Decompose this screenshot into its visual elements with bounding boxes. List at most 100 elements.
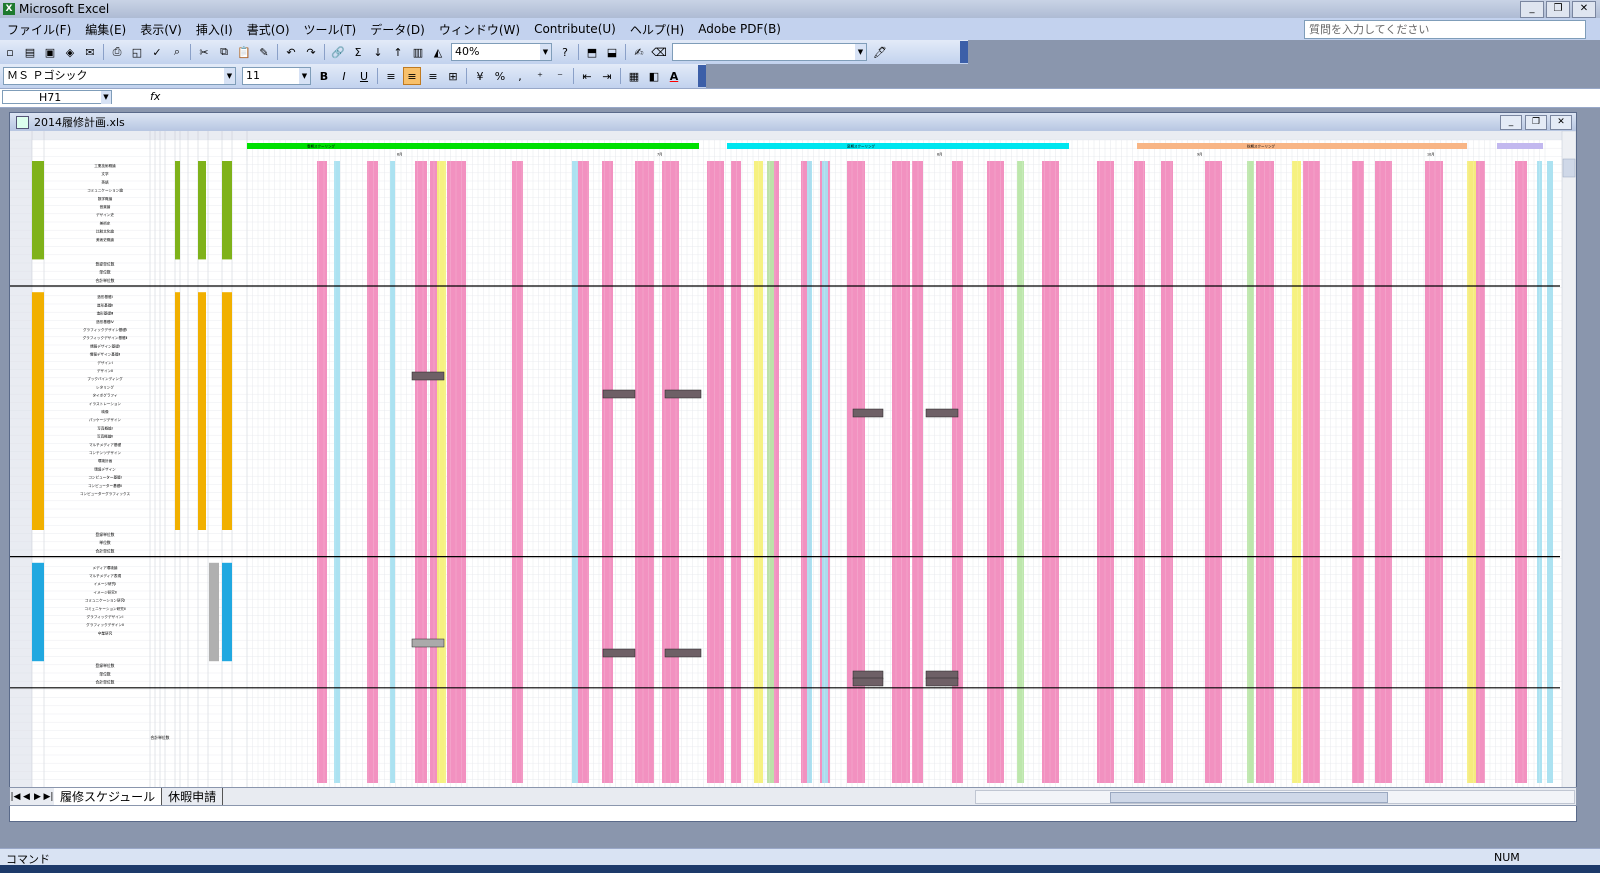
style-select[interactable]: ▼ <box>672 43 867 61</box>
taskbar <box>0 865 1600 873</box>
sort-asc-icon[interactable]: ↓ <box>370 44 386 60</box>
course-row-0-9: 美術史概論 <box>96 237 114 242</box>
course-row-1-10: ブックバインディング <box>87 376 123 381</box>
align-left-icon[interactable]: ≡ <box>383 68 399 84</box>
merge-center-icon[interactable]: ⊞ <box>445 68 461 84</box>
pink-band <box>1256 161 1274 783</box>
pdf-icon[interactable]: ⬒ <box>584 44 600 60</box>
font-name-select[interactable]: ＭＳ Ｐゴシック ▼ <box>3 67 236 85</box>
currency-icon[interactable]: ¥ <box>472 68 488 84</box>
permission-icon[interactable]: ◈ <box>62 44 78 60</box>
borders-icon[interactable]: ▦ <box>626 68 642 84</box>
pen-icon[interactable]: 🖊 <box>872 44 888 60</box>
align-center-icon[interactable]: ≡ <box>403 67 421 85</box>
print-icon[interactable]: ⎙ <box>109 44 125 60</box>
email-icon[interactable]: ✉ <box>82 44 98 60</box>
save-icon[interactable]: ▣ <box>42 44 58 60</box>
course-row-0-0: 工業技術概論 <box>94 163 116 168</box>
drawing-icon[interactable]: ◭ <box>430 44 446 60</box>
bold-button[interactable]: B <box>316 68 332 84</box>
course-row-0-5: 音楽論 <box>100 204 111 209</box>
menu-item-0[interactable]: ファイル(F) <box>0 21 78 38</box>
help-search-input[interactable]: 質問を入力してください <box>1304 20 1586 39</box>
underline-button[interactable]: U <box>356 68 372 84</box>
menu-item-7[interactable]: ウィンドウ(W) <box>432 21 527 38</box>
hyperlink-icon[interactable]: 🔗 <box>330 44 346 60</box>
pink-band <box>415 161 427 783</box>
summary-row-0-0: 登録単位数 <box>96 261 115 266</box>
term-label-summer: 夏期スクーリング <box>847 144 875 149</box>
pdf-mail-icon[interactable]: ⬓ <box>604 44 620 60</box>
scheduled-session-block <box>664 389 702 399</box>
course-row-1-15: パッケージデザイン <box>89 417 122 422</box>
prev-sheet-icon[interactable]: ◀ <box>21 792 32 802</box>
menu-item-8[interactable]: Contribute(U) <box>527 22 623 36</box>
paste-icon[interactable]: 📋 <box>236 44 252 60</box>
insert-function-button[interactable]: fx <box>150 90 164 103</box>
minimize-button[interactable]: _ <box>1520 1 1544 18</box>
workbook-restore-button[interactable]: ❐ <box>1525 115 1547 130</box>
menu-item-3[interactable]: 挿入(I) <box>189 21 240 38</box>
menu-item-4[interactable]: 書式(O) <box>240 21 297 38</box>
help-icon[interactable]: ? <box>557 44 573 60</box>
format-painter-icon[interactable]: ✎ <box>256 44 272 60</box>
term-bar-summer <box>727 143 1069 149</box>
sheet-tab-schedule[interactable]: 履修スケジュール <box>54 788 163 805</box>
edit-icon[interactable]: ✍ <box>631 44 647 60</box>
close-button[interactable]: ✕ <box>1572 1 1596 18</box>
italic-button[interactable]: I <box>336 68 352 84</box>
decrease-indent-icon[interactable]: ⇤ <box>579 68 595 84</box>
new-icon[interactable]: ▫ <box>2 44 18 60</box>
decrease-decimal-icon[interactable]: ⁻ <box>552 68 568 84</box>
increase-decimal-icon[interactable]: ⁺ <box>532 68 548 84</box>
first-sheet-icon[interactable]: |◀ <box>10 792 21 802</box>
redo-icon[interactable]: ↷ <box>303 44 319 60</box>
sort-desc-icon[interactable]: ↑ <box>390 44 406 60</box>
name-box[interactable]: H71 ▼ <box>2 90 112 104</box>
undo-icon[interactable]: ↶ <box>283 44 299 60</box>
increase-indent-icon[interactable]: ⇥ <box>599 68 615 84</box>
research-icon[interactable]: ⌕ <box>169 44 185 60</box>
zoom-select[interactable]: 40% ▼ <box>451 43 552 61</box>
credit-column-0 <box>222 161 232 260</box>
restore-button[interactable]: ❐ <box>1546 1 1570 18</box>
menu-item-6[interactable]: データ(D) <box>363 21 432 38</box>
course-row-0-2: 英語 <box>101 179 109 184</box>
standard-toolbar: ▫ ▤ ▣ ◈ ✉ ⎙ ◱ ✓ ⌕ ✂ ⧉ 📋 ✎ ↶ ↷ 🔗 Σ ↓ ↑ ▥ … <box>0 40 968 64</box>
chart-wizard-icon[interactable]: ▥ <box>410 44 426 60</box>
row-header-bar <box>10 131 32 789</box>
course-row-1-11: レタリング <box>96 384 114 389</box>
last-sheet-icon[interactable]: ▶| <box>43 792 54 802</box>
spelling-icon[interactable]: ✓ <box>149 44 165 60</box>
menu-item-10[interactable]: Adobe PDF(B) <box>691 22 788 36</box>
menu-item-5[interactable]: ツール(T) <box>297 21 364 38</box>
course-row-2-1: マルチメディア表現 <box>89 573 121 578</box>
menu-item-9[interactable]: ヘルプ(H) <box>623 21 691 38</box>
copy-icon[interactable]: ⧉ <box>216 44 232 60</box>
font-size-select[interactable]: 11 ▼ <box>242 67 311 85</box>
menu-item-2[interactable]: 表示(V) <box>133 21 189 38</box>
cut-icon[interactable]: ✂ <box>196 44 212 60</box>
workbook-close-button[interactable]: ✕ <box>1550 115 1572 130</box>
eraser-icon[interactable]: ⌫ <box>651 44 667 60</box>
align-right-icon[interactable]: ≡ <box>425 68 441 84</box>
yellow-band <box>437 161 446 783</box>
autosum-icon[interactable]: Σ <box>350 44 366 60</box>
pink-band <box>1425 161 1443 783</box>
pink-band <box>577 161 589 783</box>
next-sheet-icon[interactable]: ▶ <box>32 792 43 802</box>
comma-button[interactable]: , <box>512 68 528 84</box>
workbook-minimize-button[interactable]: _ <box>1500 115 1522 130</box>
fill-color-icon[interactable]: ◧ <box>646 68 662 84</box>
print-preview-icon[interactable]: ◱ <box>129 44 145 60</box>
course-row-1-17: 写真概論Ⅱ <box>97 434 113 439</box>
credit-column-1 <box>175 292 180 530</box>
spreadsheet-grid[interactable]: 春期スクーリング 夏期スクーリング 秋期スクーリング 6月 7月 8月 9月 10月工業技術概… <box>10 131 1576 789</box>
font-color-icon[interactable]: A <box>666 68 682 84</box>
course-row-1-1: 造形基礎Ⅱ <box>97 302 113 307</box>
percent-button[interactable]: % <box>492 68 508 84</box>
menu-item-1[interactable]: 編集(E) <box>78 21 133 38</box>
sheet-tab-leave[interactable]: 休暇申請 <box>162 788 224 805</box>
open-icon[interactable]: ▤ <box>22 44 38 60</box>
horizontal-scrollbar[interactable] <box>975 790 1575 804</box>
